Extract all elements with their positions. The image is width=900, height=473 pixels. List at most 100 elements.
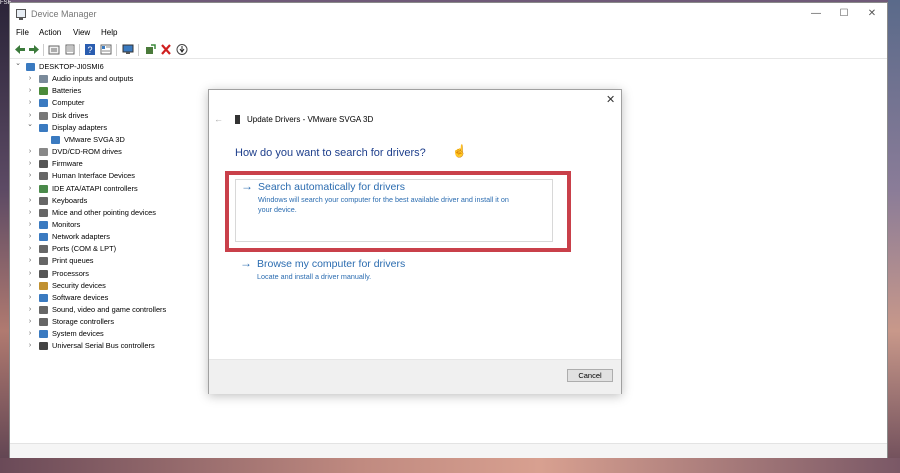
tree-item-label: IDE ATA/ATAPI controllers	[52, 183, 138, 193]
tree-item-label: Disk drives	[52, 110, 89, 120]
chevron-right-icon[interactable]: ›	[26, 170, 34, 182]
tree-item-label: Print queues	[52, 256, 94, 266]
chevron-right-icon[interactable]: ›	[26, 304, 34, 316]
chevron-down-icon[interactable]: ⌄	[14, 58, 22, 70]
software-icon	[39, 293, 48, 302]
toolbar: ?	[10, 41, 887, 59]
chevron-right-icon[interactable]: ›	[26, 292, 34, 304]
tree-item-label: Universal Serial Bus controllers	[52, 341, 155, 351]
toolbar-separator	[116, 44, 117, 56]
device-icon	[235, 115, 240, 124]
tree-item-label: Batteries	[52, 86, 82, 96]
maximize-button[interactable]: ☐	[830, 5, 858, 23]
chevron-right-icon[interactable]: ›	[26, 207, 34, 219]
tree-item-label: System devices	[52, 329, 104, 339]
dialog-close-button[interactable]: ✕	[606, 93, 615, 106]
chevron-down-icon[interactable]: ⌄	[26, 119, 34, 131]
tree-item-label: Display adapters	[52, 122, 108, 132]
chevron-right-icon[interactable]: ›	[26, 268, 34, 280]
hand-cursor-icon: ☝	[452, 144, 467, 158]
tree-item-label: VMware SVGA 3D	[64, 134, 125, 144]
desktop-background-right	[888, 0, 900, 473]
chevron-right-icon[interactable]: ›	[26, 183, 34, 195]
menu-file[interactable]: File	[16, 28, 29, 37]
port-icon	[39, 245, 48, 254]
tree-item-label: Storage controllers	[52, 317, 115, 327]
chevron-right-icon[interactable]: ›	[26, 158, 34, 170]
security-icon	[39, 281, 48, 290]
controller-icon	[39, 184, 48, 193]
disk-icon	[39, 111, 48, 120]
chevron-right-icon[interactable]: ›	[26, 219, 34, 231]
toolbar-separator	[43, 44, 44, 56]
menu-bar: File Action View Help	[10, 25, 887, 41]
chevron-right-icon[interactable]: ›	[26, 231, 34, 243]
monitor-icon	[39, 220, 48, 229]
chevron-right-icon[interactable]: ›	[26, 280, 34, 292]
dialog-footer: Cancel	[209, 359, 621, 394]
menu-help[interactable]: Help	[101, 28, 117, 37]
browse-computer-option[interactable]: → Browse my computer for drivers Locate …	[240, 256, 540, 284]
menu-view[interactable]: View	[73, 28, 90, 37]
forward-arrow-icon[interactable]	[28, 44, 40, 55]
device-manager-icon	[16, 9, 26, 20]
details-icon[interactable]	[100, 44, 112, 55]
hid-icon	[39, 172, 48, 181]
chevron-right-icon[interactable]: ›	[26, 243, 34, 255]
desktop-background-bottom	[0, 458, 900, 473]
sound-icon	[39, 306, 48, 314]
toolbar-separator	[79, 44, 80, 56]
close-button[interactable]: ✕	[858, 5, 886, 23]
chevron-right-icon[interactable]: ›	[26, 85, 34, 97]
chevron-right-icon[interactable]: ›	[26, 328, 34, 340]
tree-item-label: Audio inputs and outputs	[52, 74, 134, 84]
desktop-background-left	[0, 0, 9, 473]
uninstall-icon[interactable]	[160, 44, 172, 55]
menu-action[interactable]: Action	[39, 28, 61, 37]
option-description: Locate and install a driver manually.	[257, 272, 372, 281]
chip-icon	[39, 160, 48, 169]
usb-icon	[39, 342, 48, 351]
tree-item-label: DVD/CD-ROM drives	[52, 147, 122, 157]
chevron-right-icon[interactable]: ›	[26, 73, 34, 85]
dialog-question: How do you want to search for drivers?	[235, 147, 426, 159]
chevron-right-icon[interactable]: ›	[26, 97, 34, 109]
cancel-button[interactable]: Cancel	[567, 369, 613, 382]
mouse-icon	[39, 208, 48, 217]
list-icon[interactable]	[64, 44, 76, 55]
update-drivers-dialog: ✕ ← Update Drivers - VMware SVGA 3D How …	[208, 89, 622, 394]
update-driver-icon[interactable]	[144, 44, 156, 55]
chevron-right-icon[interactable]: ›	[26, 146, 34, 158]
properties-icon[interactable]	[48, 44, 60, 55]
chevron-right-icon[interactable]: ›	[26, 316, 34, 328]
cpu-icon	[39, 269, 48, 278]
battery-icon	[39, 87, 48, 96]
status-bar	[10, 443, 887, 458]
svg-text:?: ?	[87, 45, 92, 55]
tree-item-label: Human Interface Devices	[52, 171, 135, 181]
window-title: Device Manager	[31, 9, 97, 19]
tree-item-label: Firmware	[52, 159, 83, 169]
network-icon	[39, 233, 48, 242]
title-bar[interactable]: Device Manager — ☐ ✕	[10, 3, 887, 25]
back-arrow-icon[interactable]	[14, 44, 26, 55]
help-icon[interactable]: ?	[84, 44, 96, 55]
tree-item-label: Computer	[52, 98, 85, 108]
monitor-icon[interactable]	[122, 44, 134, 55]
chevron-right-icon[interactable]: ›	[26, 340, 34, 352]
highlight-box	[225, 171, 571, 252]
dialog-back-button[interactable]: ←	[214, 114, 223, 124]
download-icon[interactable]	[176, 44, 188, 55]
display-icon	[51, 135, 60, 144]
dvd-icon	[39, 148, 48, 157]
dialog-title: Update Drivers - VMware SVGA 3D	[247, 115, 374, 124]
tree-root-label: DESKTOP-JI0SMI6	[39, 62, 104, 71]
option-title: Browse my computer for drivers	[257, 258, 406, 270]
chevron-right-icon[interactable]: ›	[26, 195, 34, 207]
tree-item-label: Network adapters	[52, 232, 110, 242]
tree-item-label: Monitors	[52, 219, 81, 229]
display-icon	[39, 123, 48, 132]
minimize-button[interactable]: —	[802, 5, 830, 23]
chevron-right-icon[interactable]: ›	[26, 255, 34, 267]
tree-item-label: Security devices	[52, 280, 106, 290]
